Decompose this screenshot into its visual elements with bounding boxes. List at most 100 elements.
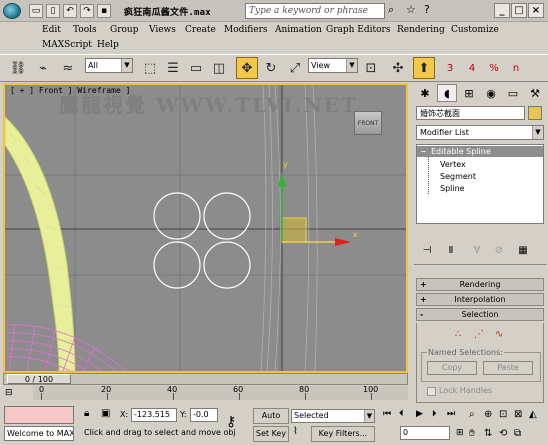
- pivot-center-icon[interactable]: ⊡: [360, 57, 382, 79]
- menu-help[interactable]: Help: [97, 40, 119, 50]
- y-coordinate-field[interactable]: -0.0: [190, 408, 218, 422]
- help-icon[interactable]: ?: [424, 3, 438, 17]
- absolute-mode-icon[interactable]: ▣: [101, 408, 110, 419]
- play-icon[interactable]: ▶: [416, 409, 423, 419]
- copy-button[interactable]: Copy: [427, 361, 477, 375]
- modifier-list-dropdown[interactable]: Modifier List ▼: [416, 125, 544, 140]
- next-frame-icon[interactable]: ⏵: [432, 409, 437, 419]
- star-icon[interactable]: ☆: [406, 3, 420, 17]
- rollout-interpolation[interactable]: + Interpolation: [416, 293, 544, 306]
- select-and-move-icon[interactable]: ✥: [236, 57, 258, 79]
- go-to-end-icon[interactable]: ⏭: [447, 409, 455, 419]
- modify-tab-icon[interactable]: ◖: [437, 84, 457, 102]
- save-icon[interactable]: ▪: [97, 4, 111, 18]
- menu-edit[interactable]: Edit: [42, 25, 61, 35]
- pin-stack-icon[interactable]: ⊣: [419, 244, 435, 258]
- go-to-start-icon[interactable]: ⏮: [383, 409, 391, 419]
- show-end-result-icon[interactable]: Ⅱ: [443, 244, 459, 258]
- maximize-viewport-icon[interactable]: ⧉: [514, 428, 521, 439]
- menu-modifiers[interactable]: Modifiers: [224, 25, 268, 35]
- angle-snap-icon[interactable]: 4: [461, 57, 483, 79]
- stack-sub-segment[interactable]: Segment: [440, 172, 476, 182]
- key-mode-dropdown[interactable]: Selected ▼: [291, 409, 375, 423]
- pan-view-icon[interactable]: ✋︎: [469, 428, 475, 439]
- menu-customize[interactable]: Customize: [451, 25, 499, 35]
- rollout-rendering[interactable]: + Rendering: [416, 278, 544, 291]
- lock-handles-checkbox[interactable]: [427, 387, 436, 396]
- zoom-extents-icon[interactable]: ⊡: [499, 409, 507, 420]
- collapse-icon[interactable]: −: [420, 146, 427, 157]
- object-name-field[interactable]: 婚饰芯截面: [416, 106, 525, 120]
- maxscript-listener[interactable]: [4, 406, 74, 424]
- segment-mode-icon[interactable]: ⋰: [474, 329, 484, 340]
- spinner-snap-icon[interactable]: n: [505, 57, 527, 79]
- window-crossing-icon[interactable]: ◫: [208, 57, 230, 79]
- track-bar[interactable]: 0 20 40 60 80 100: [33, 385, 408, 400]
- selection-filter-dropdown[interactable]: All ▼: [85, 58, 133, 73]
- snap-toggle-icon[interactable]: 3: [439, 57, 461, 79]
- rectangle-selection-icon[interactable]: ▭: [185, 57, 207, 79]
- select-manipulate-icon[interactable]: ✣: [387, 57, 409, 79]
- maxscript-output[interactable]: Welcome to MAX: [4, 426, 74, 441]
- lock-selection-icon[interactable]: 🔒︎: [84, 408, 89, 419]
- previous-frame-icon[interactable]: ⏴: [399, 409, 404, 419]
- menu-tools[interactable]: Tools: [73, 25, 97, 35]
- maximize-button[interactable]: □: [511, 3, 527, 18]
- hierarchy-tab-icon[interactable]: ⊞: [459, 84, 479, 102]
- reference-coordinate-dropdown[interactable]: View ▼: [308, 58, 358, 73]
- search-icon[interactable]: ⌕: [388, 3, 402, 17]
- stack-item-editable-spline[interactable]: − Editable Spline: [417, 146, 543, 157]
- field-of-view-icon[interactable]: ◭: [529, 409, 537, 420]
- orbit-icon[interactable]: ⟲: [499, 428, 507, 439]
- search-input[interactable]: Type a keyword or phrase: [245, 3, 385, 19]
- select-and-scale-icon[interactable]: ⤢: [284, 57, 306, 79]
- front-viewport[interactable]: y x [ + ] Front ] Wireframe ] 鷹龍視覺 WWW.T…: [3, 83, 408, 373]
- viewcube[interactable]: FRONT: [354, 111, 382, 135]
- redo-icon[interactable]: ↷: [80, 4, 94, 18]
- menu-group[interactable]: Group: [110, 25, 138, 35]
- app-logo-icon[interactable]: [3, 3, 21, 19]
- current-frame-field[interactable]: 0: [400, 426, 450, 440]
- utilities-tab-icon[interactable]: ⚒: [525, 84, 545, 102]
- stack-sub-spline[interactable]: Spline: [440, 184, 465, 194]
- select-and-rotate-icon[interactable]: ↻: [260, 57, 282, 79]
- create-tab-icon[interactable]: ✱: [415, 84, 435, 102]
- default-in-out-tangent-icon[interactable]: ⌇: [293, 426, 309, 442]
- remove-modifier-icon[interactable]: ⊘: [491, 244, 507, 258]
- x-coordinate-field[interactable]: -123.515: [131, 408, 177, 422]
- time-config-icon[interactable]: ⊞: [456, 428, 464, 438]
- time-slider-thumb[interactable]: 0 / 100: [7, 374, 71, 384]
- vertex-mode-icon[interactable]: ∴: [455, 329, 461, 340]
- walk-through-icon[interactable]: ⇅: [484, 428, 492, 439]
- undo-icon[interactable]: ↶: [63, 4, 77, 18]
- configure-modifier-sets-icon[interactable]: ▦: [515, 244, 531, 258]
- menu-maxscript[interactable]: MAXScript: [42, 40, 92, 50]
- bind-space-warp-icon[interactable]: ≈: [57, 57, 79, 79]
- motion-tab-icon[interactable]: ◉: [481, 84, 501, 102]
- select-object-icon[interactable]: ⬚: [139, 57, 161, 79]
- time-slider[interactable]: 0 / 100: [3, 373, 408, 385]
- percent-snap-icon[interactable]: %: [483, 57, 505, 79]
- key-icon[interactable]: ⚷: [226, 414, 236, 430]
- menu-views[interactable]: Views: [149, 25, 176, 35]
- menu-rendering[interactable]: Rendering: [397, 25, 445, 35]
- zoom-all-icon[interactable]: ⊕: [484, 409, 492, 420]
- spline-mode-icon[interactable]: ∿: [495, 329, 503, 340]
- auto-key-button[interactable]: Auto Key: [253, 408, 289, 434]
- display-tab-icon[interactable]: ▭: [503, 84, 523, 102]
- unlink-icon[interactable]: ⌁: [32, 57, 54, 79]
- stack-sub-vertex[interactable]: Vertex: [440, 160, 466, 170]
- object-color-swatch[interactable]: [528, 106, 542, 120]
- select-by-name-icon[interactable]: ☰: [162, 57, 184, 79]
- close-button[interactable]: ×: [528, 3, 544, 18]
- menu-graph-editors[interactable]: Graph Editors: [326, 25, 390, 35]
- rollout-selection[interactable]: - Selection: [416, 308, 544, 321]
- zoom-extents-all-icon[interactable]: ⊠: [514, 409, 522, 420]
- make-unique-icon[interactable]: ∀: [469, 244, 485, 258]
- paste-button[interactable]: Paste: [483, 361, 533, 375]
- minimize-button[interactable]: _: [494, 3, 510, 18]
- mini-curve-editor-icon[interactable]: ⊟: [5, 388, 29, 400]
- keyboard-shortcut-override-icon[interactable]: ⬆: [413, 57, 435, 79]
- menu-animation[interactable]: Animation: [275, 25, 322, 35]
- zoom-icon[interactable]: ⌕: [469, 409, 475, 420]
